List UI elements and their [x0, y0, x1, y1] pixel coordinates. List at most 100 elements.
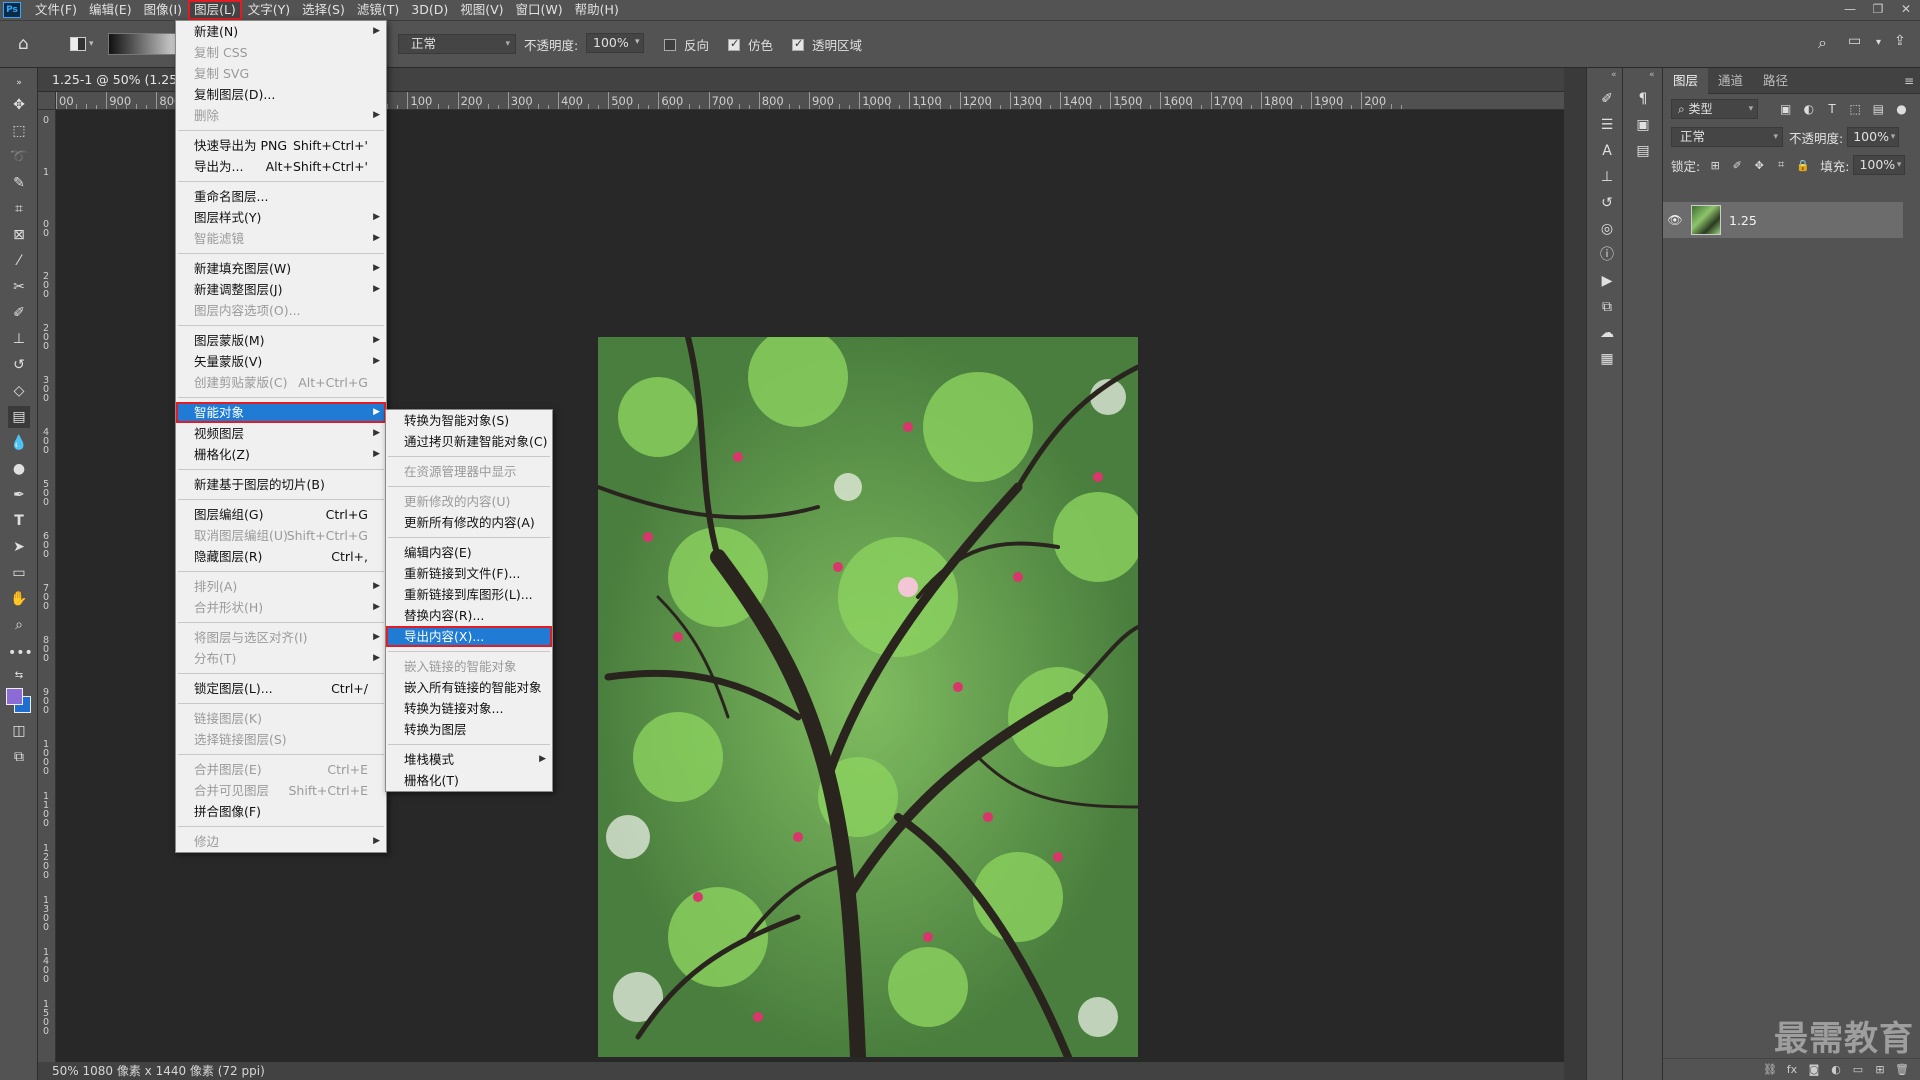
menu-select[interactable]: 选择(S) [296, 0, 351, 20]
gradient-swatch-icon[interactable] [70, 37, 86, 51]
properties-icon[interactable]: ⧉ [1596, 296, 1618, 318]
stamp-tool-icon[interactable]: ⊥ [8, 328, 30, 350]
layer-comps-icon[interactable]: ▣ [1632, 114, 1654, 136]
menu-image[interactable]: 图像(I) [138, 0, 188, 20]
layer-menu-item-29[interactable]: 隐藏图层(R) Ctrl+, [176, 546, 386, 567]
lock-artboard-icon[interactable]: ⌗ [1770, 158, 1792, 172]
add-mask-icon[interactable]: ◙ [1803, 1063, 1825, 1076]
share-icon[interactable]: ⇪ [1894, 33, 1906, 49]
filter-adjustment-icon[interactable]: ◐ [1797, 102, 1820, 116]
lock-pixels-icon[interactable]: ✐ [1726, 159, 1748, 172]
menu-file[interactable]: 文件(F) [29, 0, 83, 20]
menu-layer[interactable]: 图层(L) [188, 0, 242, 20]
smart-object-menu-item-8[interactable]: 编辑内容(E) [386, 542, 552, 563]
lock-transparent-icon[interactable]: ⊞ [1704, 159, 1726, 172]
layer-menu-item-10[interactable]: 图层样式(Y) ▶ [176, 207, 386, 228]
3d-icon[interactable]: ◎ [1596, 218, 1618, 240]
brush-tool-icon[interactable]: ✐ [8, 302, 30, 324]
layer-menu-item-27[interactable]: 图层编组(G) Ctrl+G [176, 504, 386, 525]
new-layer-icon[interactable]: ⊞ [1869, 1063, 1891, 1076]
libraries-icon[interactable]: ☁ [1596, 322, 1618, 344]
healing-tool-icon[interactable]: ✂ [8, 276, 30, 298]
play-icon[interactable]: ▶ [1596, 270, 1618, 292]
smart-object-menu-item-11[interactable]: 替换内容(R)... [386, 605, 552, 626]
marquee-tool-icon[interactable]: ⬚ [8, 120, 30, 142]
adjustments-icon[interactable]: ☰ [1596, 114, 1618, 136]
eraser-tool-icon[interactable]: ◇ [8, 380, 30, 402]
layer-menu-item-17[interactable]: 图层蒙版(M) ▶ [176, 330, 386, 351]
adjustment-layer-icon[interactable]: ◐ [1825, 1063, 1847, 1076]
menu-3d[interactable]: 3D(D) [405, 0, 454, 20]
layer-menu-item-37[interactable]: 锁定图层(L)... Ctrl+/ [176, 678, 386, 699]
minimize-icon[interactable]: — [1836, 0, 1864, 20]
more-tools-icon[interactable]: ••• [8, 642, 33, 664]
smart-object-menu-item-20[interactable]: 栅格化(T) [386, 770, 552, 791]
filter-pixel-icon[interactable]: ▣ [1774, 102, 1797, 116]
smart-object-menu-item-12[interactable]: 导出内容(X)... [386, 626, 552, 647]
notes-icon[interactable]: ▤ [1632, 140, 1654, 162]
type-tool-icon[interactable]: T [8, 510, 30, 532]
lock-all-icon[interactable]: 🔒 [1792, 159, 1814, 172]
workspace-icon[interactable]: ▭ [1848, 33, 1861, 49]
hand-tool-icon[interactable]: ✋ [8, 588, 30, 610]
lock-position-icon[interactable]: ✥ [1748, 159, 1770, 172]
smart-object-menu-item-17[interactable]: 转换为图层 [386, 719, 552, 740]
filter-toggle-icon[interactable]: ● [1890, 102, 1913, 116]
blend-mode-select[interactable]: 正常 ▾ [1671, 127, 1783, 147]
filter-type-icon[interactable]: T [1820, 102, 1843, 116]
eyedropper-tool-icon[interactable]: ⁄ [8, 250, 30, 272]
zoom-tool-icon[interactable]: ⌕ [8, 614, 30, 636]
filter-smart-object-icon[interactable]: ▤ [1867, 102, 1890, 116]
layer-filter-select[interactable]: ⌕ 类型 ▾ [1671, 99, 1759, 119]
layer-menu-item-25[interactable]: 新建基于图层的切片(B) [176, 474, 386, 495]
fill-input[interactable]: 100% ▾ [1853, 155, 1906, 175]
layer-row[interactable]: 👁 1.25 [1663, 202, 1903, 238]
crop-tool-icon[interactable]: ⌗ [8, 198, 30, 220]
reverse-checkbox[interactable] [664, 39, 676, 51]
screen-mode-icon[interactable]: ⧉ [8, 746, 30, 768]
path-select-tool-icon[interactable]: ➤ [8, 536, 30, 558]
close-icon[interactable]: ✕ [1892, 0, 1920, 20]
smart-object-menu-item-1[interactable]: 通过拷贝新建智能对象(C) [386, 431, 552, 452]
restore-icon[interactable]: ❐ [1864, 0, 1892, 20]
menu-edit[interactable]: 编辑(E) [83, 0, 138, 20]
dither-checkbox[interactable] [728, 37, 740, 51]
rectangle-tool-icon[interactable]: ▭ [8, 562, 30, 584]
smart-object-menu-item-15[interactable]: 嵌入所有链接的智能对象 [386, 677, 552, 698]
fx-icon[interactable]: fx [1781, 1063, 1803, 1076]
layer-menu-item-7[interactable]: 导出为... Alt+Shift+Ctrl+' [176, 156, 386, 177]
link-layers-icon[interactable]: ⛓ [1759, 1063, 1781, 1076]
layer-menu-item-9[interactable]: 重命名图层... [176, 186, 386, 207]
character-icon[interactable]: A [1596, 140, 1618, 162]
smart-object-menu-item-9[interactable]: 重新链接到文件(F)... [386, 563, 552, 584]
chevron-down-icon[interactable]: ▾ [635, 37, 640, 47]
search-icon[interactable]: ⌕ [1818, 33, 1827, 53]
layer-menu-item-14[interactable]: 新建调整图层(J) ▶ [176, 279, 386, 300]
layer-opacity-input[interactable]: 100% ▾ [1847, 127, 1900, 147]
quick-select-tool-icon[interactable]: ✎ [8, 172, 30, 194]
mode-select[interactable]: 正常 ▾ [398, 34, 516, 54]
smart-object-menu-item-10[interactable]: 重新链接到库图形(L)... [386, 584, 552, 605]
home-icon[interactable]: ⌂ [18, 34, 40, 54]
quick-mask-icon[interactable]: ◫ [8, 720, 30, 742]
menu-view[interactable]: 视图(V) [454, 0, 509, 20]
blur-tool-icon[interactable]: 💧 [8, 432, 30, 454]
filter-shape-icon[interactable]: ⬚ [1844, 102, 1867, 116]
pen-tool-icon[interactable]: ✒ [8, 484, 30, 506]
swap-colors-icon[interactable]: ⇆ [8, 665, 30, 687]
layer-menu-item-6[interactable]: 快速导出为 PNG Shift+Ctrl+' [176, 135, 386, 156]
smart-object-menu-item-0[interactable]: 转换为智能对象(S) [386, 410, 552, 431]
paragraph-icon[interactable]: ¶ [1632, 88, 1654, 110]
menu-type[interactable]: 文字(Y) [242, 0, 296, 20]
layer-menu-item-22[interactable]: 视频图层 ▶ [176, 423, 386, 444]
smart-object-menu-item-19[interactable]: 堆栈模式 ▶ [386, 749, 552, 770]
menu-filter[interactable]: 滤镜(T) [351, 0, 405, 20]
layer-menu-item-21[interactable]: 智能对象 ▶ [176, 402, 386, 423]
smart-object-menu-item-16[interactable]: 转换为链接对象... [386, 698, 552, 719]
tab-layers[interactable]: 图层 [1663, 68, 1709, 94]
move-tool-icon[interactable]: ✥ [8, 94, 30, 116]
layer-menu-item-23[interactable]: 栅格化(Z) ▶ [176, 444, 386, 465]
smart-object-menu-item-6[interactable]: 更新所有修改的内容(A) [386, 512, 552, 533]
layer-menu-item-18[interactable]: 矢量蒙版(V) ▶ [176, 351, 386, 372]
history-icon[interactable]: ↺ [1596, 192, 1618, 214]
